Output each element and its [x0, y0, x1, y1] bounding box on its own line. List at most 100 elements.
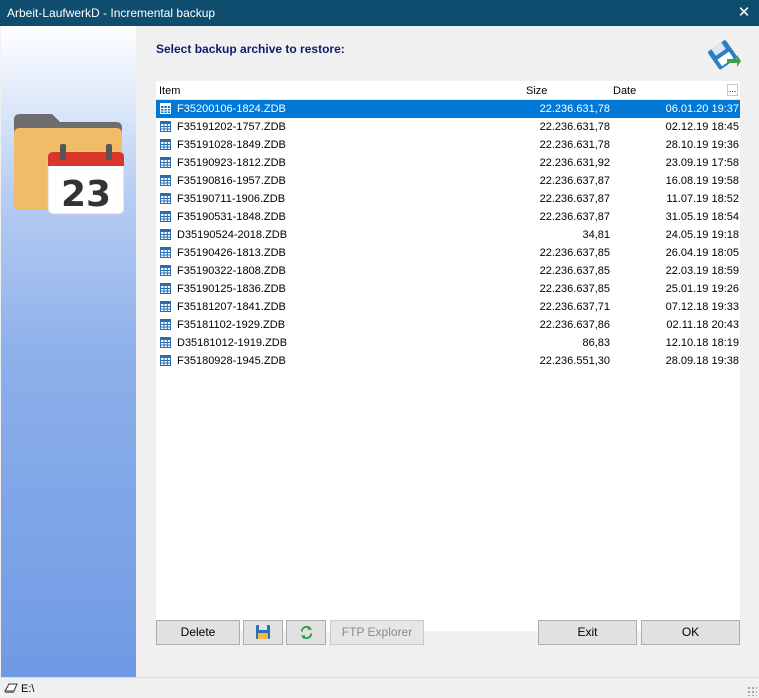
file-name: F35200106-1824.ZDB	[177, 103, 286, 115]
list-item[interactable]: F35190923-1812.ZDB 22.236.631,92 23.09.19 …	[156, 154, 740, 172]
grid-file-icon	[160, 355, 171, 366]
file-name: D35181012-1919.ZDB	[177, 337, 288, 349]
grid-file-icon	[160, 319, 171, 330]
file-date: 02.11.18 20:43	[666, 319, 739, 331]
refresh-icon	[300, 625, 312, 640]
title-bar: Arbeit-LaufwerkD - Incremental backup ✕	[0, 0, 759, 26]
file-name: F35191028-1849.ZDB	[177, 139, 286, 151]
file-name: F35191202-1757.ZDB	[177, 121, 286, 133]
close-icon[interactable]: ✕	[729, 0, 759, 26]
grid-file-icon	[160, 265, 171, 276]
file-name: F35180928-1945.ZDB	[177, 355, 286, 367]
floppy-restore-icon	[707, 39, 741, 74]
file-size: 22.236.631,92	[539, 157, 610, 169]
file-name: F35190531-1848.ZDB	[177, 211, 286, 223]
grid-file-icon	[160, 103, 171, 114]
file-size: 22.236.637,87	[539, 211, 610, 223]
floppy-icon	[256, 625, 270, 639]
list-item[interactable]: F35181102-1929.ZDB 22.236.637,86 02.11.18 …	[156, 316, 740, 334]
grid-file-icon	[160, 121, 171, 132]
file-date: 02.12.19 18:45	[665, 121, 739, 133]
file-name: F35181207-1841.ZDB	[177, 301, 286, 313]
grid-file-icon	[160, 139, 171, 150]
ok-button[interactable]: OK	[641, 620, 740, 645]
file-size: 22.236.637,85	[539, 283, 610, 295]
file-size: 22.236.631,78	[539, 103, 610, 115]
grid-file-icon	[160, 175, 171, 186]
file-name: D35190524-2018.ZDB	[177, 229, 288, 241]
file-name: F35190125-1836.ZDB	[177, 283, 286, 295]
list-item[interactable]: F35190322-1808.ZDB 22.236.637,85 22.03.19 …	[156, 262, 740, 280]
folder-calendar-icon: 23	[12, 110, 125, 219]
list-rows: F35200106-1824.ZDB 22.236.631,78 06.01.20 …	[156, 100, 740, 370]
file-name: F35190711-1906.ZDB	[177, 193, 286, 205]
list-item[interactable]: F35190816-1957.ZDB 22.236.637,87 16.08.19 …	[156, 172, 740, 190]
file-date: 11.07.19 18:52	[666, 193, 739, 205]
exit-button[interactable]: Exit	[538, 620, 637, 645]
grid-file-icon	[160, 157, 171, 168]
file-date: 31.05.19 18:54	[665, 211, 739, 223]
window-title: Arbeit-LaufwerkD - Incremental backup	[7, 6, 216, 20]
grid-file-icon	[160, 301, 171, 312]
file-size: 34,81	[582, 229, 610, 241]
file-name: F35190322-1808.ZDB	[177, 265, 286, 277]
column-item[interactable]: Item	[159, 85, 180, 97]
file-date: 23.09.19 17:58	[665, 157, 739, 169]
file-size: 22.236.637,87	[539, 193, 610, 205]
file-name: F35190923-1812.ZDB	[177, 157, 286, 169]
refresh-button[interactable]	[286, 620, 326, 645]
list-item[interactable]: F35190426-1813.ZDB 22.236.637,85 26.04.19 …	[156, 244, 740, 262]
file-size: 86,83	[582, 337, 610, 349]
file-size: 22.236.637,85	[539, 265, 610, 277]
file-date: 28.10.19 19:36	[665, 139, 739, 151]
file-size: 22.236.637,86	[539, 319, 610, 331]
save-button[interactable]	[243, 620, 283, 645]
grid-file-icon	[160, 229, 171, 240]
grid-file-icon	[160, 283, 171, 294]
file-name: F35181102-1929.ZDB	[177, 319, 286, 331]
file-date: 16.08.19 19:58	[665, 175, 739, 187]
grid-file-icon	[160, 193, 171, 204]
delete-button[interactable]: Delete	[156, 620, 240, 645]
column-size[interactable]: Size	[526, 85, 547, 97]
list-item[interactable]: F35190531-1848.ZDB 22.236.637,87 31.05.19 …	[156, 208, 740, 226]
page-title: Select backup archive to restore:	[156, 42, 345, 56]
file-date: 07.12.18 19:33	[665, 301, 739, 313]
column-date[interactable]: Date	[613, 85, 636, 97]
dialog-body: 23 Select backup archive to restore: Ite…	[1, 26, 758, 677]
column-menu-button[interactable]: ...	[727, 84, 738, 96]
file-date: 22.03.19 18:59	[665, 265, 739, 277]
list-item[interactable]: F35181207-1841.ZDB 22.236.637,71 07.12.18 …	[156, 298, 740, 316]
list-item[interactable]: D35181012-1919.ZDB 86,83 12.10.18 18:19	[156, 334, 740, 352]
list-header: Item Size Date ...	[156, 81, 740, 100]
list-item[interactable]: F35180928-1945.ZDB 22.236.551,30 28.09.18 …	[156, 352, 740, 370]
ftp-explorer-button[interactable]: FTP Explorer	[330, 620, 424, 645]
file-date: 24.05.19 19:18	[665, 229, 739, 241]
status-bar: E:\	[0, 677, 759, 698]
grid-file-icon	[160, 211, 171, 222]
sidebar-banner: 23	[1, 26, 136, 677]
file-size: 22.236.631,78	[539, 139, 610, 151]
list-item[interactable]: F35190711-1906.ZDB 22.236.637,87 11.07.19 …	[156, 190, 740, 208]
archive-list[interactable]: Item Size Date ... F35200106-1824.ZDB 22.…	[156, 81, 740, 631]
file-size: 22.236.631,78	[539, 121, 610, 133]
file-size: 22.236.551,30	[539, 355, 610, 367]
list-item[interactable]: D35190524-2018.ZDB 34,81 24.05.19 19:18	[156, 226, 740, 244]
list-item[interactable]: F35190125-1836.ZDB 22.236.637,85 25.01.19 …	[156, 280, 740, 298]
file-date: 28.09.18 19:38	[665, 355, 739, 367]
drive-icon	[4, 683, 18, 693]
list-item[interactable]: F35200106-1824.ZDB 22.236.631,78 06.01.20 …	[156, 100, 740, 118]
file-date: 06.01.20 19:37	[665, 103, 739, 115]
file-size: 22.236.637,71	[539, 301, 610, 313]
file-date: 26.04.19 18:05	[665, 247, 739, 259]
grid-file-icon	[160, 247, 171, 258]
file-name: F35190816-1957.ZDB	[177, 175, 286, 187]
list-item[interactable]: F35191202-1757.ZDB 22.236.631,78 02.12.19 …	[156, 118, 740, 136]
calendar-day: 23	[61, 174, 111, 215]
file-size: 22.236.637,85	[539, 247, 610, 259]
list-item[interactable]: F35191028-1849.ZDB 22.236.631,78 28.10.19 …	[156, 136, 740, 154]
file-date: 25.01.19 19:26	[665, 283, 739, 295]
file-size: 22.236.637,87	[539, 175, 610, 187]
resize-grip[interactable]	[747, 686, 757, 696]
file-date: 12.10.18 18:19	[665, 337, 739, 349]
